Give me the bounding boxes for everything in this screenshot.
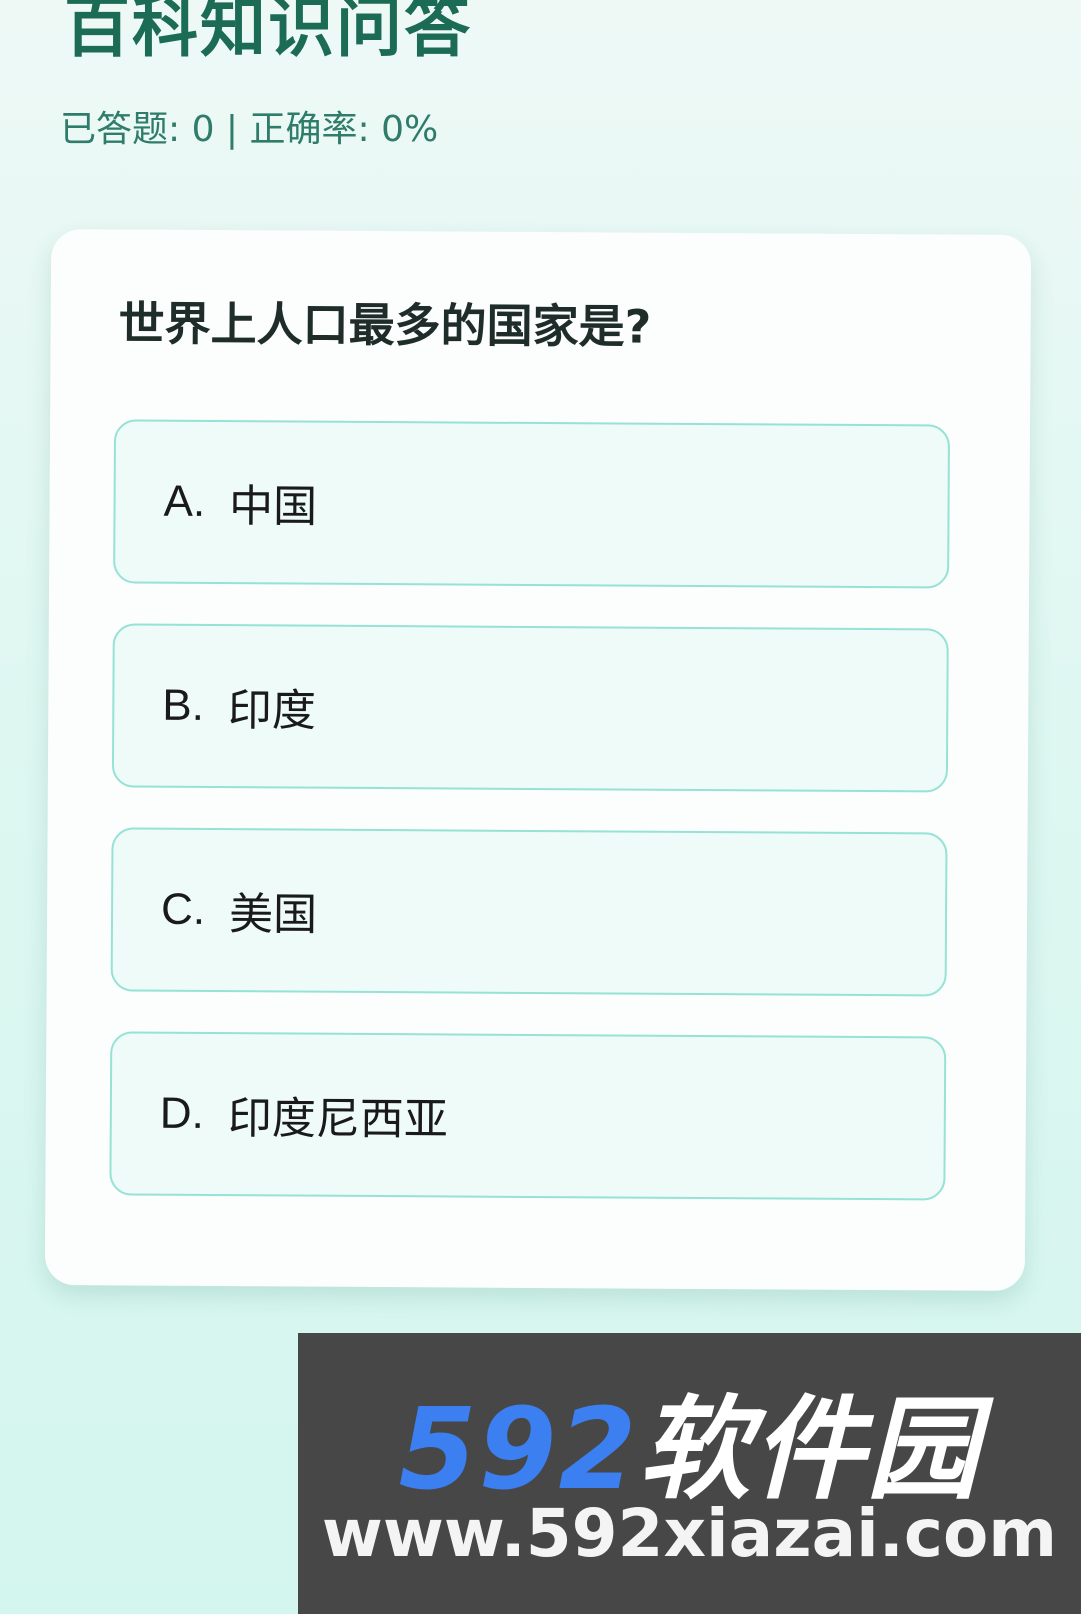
watermark-url: www.592xiazai.com	[321, 1495, 1058, 1572]
option-c[interactable]: C. 美国	[110, 827, 948, 997]
option-d[interactable]: D. 印度尼西亚	[109, 1031, 947, 1201]
option-label: 美国	[228, 889, 318, 941]
option-label: 印度	[227, 685, 317, 737]
option-letter: A.	[163, 476, 206, 526]
site-watermark: 592软件园 www.592xiazai.com	[298, 1333, 1081, 1614]
app-title: 百科知识问答	[64, 0, 472, 66]
option-b[interactable]: B. 印度	[111, 623, 949, 793]
option-label: 印度尼西亚	[227, 1093, 448, 1146]
option-a[interactable]: A. 中国	[113, 419, 951, 589]
option-letter: B.	[162, 680, 205, 730]
quiz-stats: 已答题: 0 | 正确率: 0%	[60, 109, 439, 150]
option-label: 中国	[228, 481, 318, 533]
question-card: 世界上人口最多的国家是? A. 中国 B. 印度 C. 美国 D. 印度尼西亚	[44, 229, 1032, 1291]
question-text: 世界上人口最多的国家是?	[118, 296, 652, 354]
option-letter: C.	[160, 884, 206, 934]
option-letter: D.	[159, 1088, 204, 1138]
